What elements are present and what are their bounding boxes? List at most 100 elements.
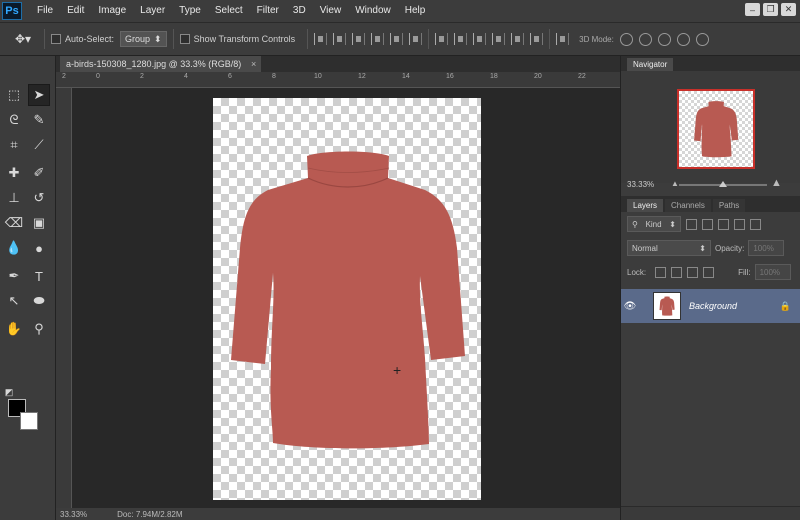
lock-label: Lock: [627, 267, 647, 277]
navigator-panel [621, 71, 800, 183]
menu-layer[interactable]: Layer [133, 0, 172, 22]
adjustment-filter-icon[interactable] [702, 218, 713, 230]
blur-tool-icon[interactable]: 💧 [3, 237, 25, 259]
auto-select-checkbox[interactable] [51, 34, 61, 44]
menu-file[interactable]: File [30, 0, 60, 22]
ellipse-tool-icon[interactable]: ⬬ [28, 290, 50, 312]
chevron-down-icon: ⬍ [699, 243, 706, 253]
type-filter-icon[interactable] [718, 218, 729, 230]
layer-row-background[interactable]: 👁 Background 🔒 [621, 289, 800, 323]
type-tool-icon[interactable]: T [28, 265, 50, 287]
distribute-left-icon[interactable] [492, 33, 506, 45]
menu-filter[interactable]: Filter [250, 0, 286, 22]
crop-tool-icon[interactable]: ⌗ [3, 134, 25, 156]
pixel-filter-icon[interactable] [686, 218, 697, 230]
canvas-area[interactable]: + [72, 88, 620, 508]
lock-all-icon[interactable] [703, 266, 715, 278]
document-canvas[interactable]: + [213, 98, 481, 500]
align-bottom-icon[interactable] [352, 33, 366, 45]
quick-selection-tool-icon[interactable]: ✎ [28, 109, 50, 131]
navigator-zoom-value[interactable]: 33.33% [627, 180, 654, 189]
hand-tool-icon[interactable]: ✋ [3, 318, 25, 340]
layer-name[interactable]: Background [689, 301, 737, 311]
path-selection-tool-icon[interactable]: ↖ [3, 290, 25, 312]
shape-filter-icon[interactable] [734, 218, 745, 230]
navigator-zoom-slider[interactable] [679, 181, 767, 187]
status-doc-size[interactable]: Doc: 7.94M/2.82M [117, 510, 182, 519]
menu-edit[interactable]: Edit [60, 0, 91, 22]
smart-object-filter-icon[interactable] [750, 218, 761, 230]
screen-mode-icon[interactable] [3, 389, 25, 411]
eyedropper-tool-icon[interactable]: ⟋ [28, 134, 50, 156]
visibility-eye-icon[interactable]: 👁 [621, 301, 639, 312]
marquee-tool-icon[interactable]: ⬚ [3, 84, 25, 106]
lock-pixels-icon[interactable] [671, 266, 683, 278]
auto-align-layers-icon[interactable] [556, 33, 570, 45]
3d-roll-icon[interactable] [638, 32, 652, 46]
3d-scale-icon[interactable] [695, 32, 709, 46]
tab-paths[interactable]: Paths [712, 199, 746, 212]
auto-select-value: Group [125, 34, 151, 44]
document-tab-title: a-birds-150308_1280.jpg @ 33.3% (RGB/8) [66, 59, 242, 69]
minimize-button[interactable]: – [745, 3, 760, 16]
align-top-icon[interactable] [314, 33, 328, 45]
menu-image[interactable]: Image [91, 0, 133, 22]
fill-value: 100% [759, 267, 781, 277]
menu-type[interactable]: Type [172, 0, 208, 22]
navigator-thumbnail[interactable] [677, 89, 755, 169]
distribute-vertical-center-icon[interactable] [454, 33, 468, 45]
move-tool-preset-icon[interactable]: ✥▾ [8, 28, 38, 50]
zoom-tool-icon[interactable]: ⚲ [28, 318, 50, 340]
align-buttons [314, 33, 423, 45]
tab-layers[interactable]: Layers [627, 199, 664, 212]
distribute-top-icon[interactable] [435, 33, 449, 45]
3d-orbit-icon[interactable] [619, 32, 633, 46]
tab-navigator[interactable]: Navigator [627, 58, 674, 71]
background-color-swatch[interactable] [20, 412, 38, 430]
distribute-horizontal-center-icon[interactable] [511, 33, 525, 45]
healing-brush-tool-icon[interactable]: ✚ [3, 162, 25, 184]
history-brush-tool-icon[interactable]: ↺ [28, 187, 50, 209]
ruler-tick: 20 [534, 73, 542, 80]
align-left-icon[interactable] [371, 33, 385, 45]
align-right-icon[interactable] [409, 33, 423, 45]
opacity-field[interactable]: 100% [748, 240, 785, 256]
menu-select[interactable]: Select [208, 0, 250, 22]
distribute-bottom-icon[interactable] [473, 33, 487, 45]
dodge-tool-icon[interactable]: ● [28, 237, 50, 259]
document-tab[interactable]: a-birds-150308_1280.jpg @ 33.3% (RGB/8) … [60, 56, 262, 72]
divider [549, 29, 551, 49]
slider-handle[interactable] [719, 181, 727, 187]
clone-stamp-tool-icon[interactable]: ⊥ [3, 187, 25, 209]
lasso-tool-icon[interactable]: ᘓ [3, 109, 25, 131]
show-transform-checkbox[interactable] [179, 34, 190, 44]
lock-position-icon[interactable] [687, 266, 699, 278]
photoshop-logo-icon: Ps [2, 2, 22, 20]
close-button[interactable]: ✕ [781, 3, 796, 16]
align-vertical-center-icon[interactable] [333, 33, 347, 45]
align-horizontal-center-icon[interactable] [390, 33, 404, 45]
menu-3d[interactable]: 3D [286, 0, 313, 22]
layers-tabs: Layers Channels Paths [621, 196, 800, 212]
move-tool-icon[interactable]: ➤ [28, 84, 50, 106]
3d-slide-icon[interactable] [676, 32, 690, 46]
zoom-out-icon[interactable]: ▲ [671, 179, 679, 188]
restore-button[interactable]: ❐ [763, 3, 778, 16]
close-icon[interactable]: × [251, 56, 256, 72]
tab-channels[interactable]: Channels [665, 199, 711, 212]
distribute-right-icon[interactable] [530, 33, 544, 45]
blend-mode-dropdown[interactable]: Normal ⬍ [627, 240, 711, 256]
3d-pan-icon[interactable] [657, 32, 671, 46]
zoom-in-icon[interactable]: ▲ [771, 177, 782, 189]
brush-tool-icon[interactable]: ✐ [28, 162, 50, 184]
filter-kind-dropdown[interactable]: ⚲ Kind ⬍ [627, 216, 681, 232]
menu-help[interactable]: Help [398, 0, 433, 22]
eraser-tool-icon[interactable]: ⌫ [3, 212, 25, 234]
pen-tool-icon[interactable]: ✒ [3, 265, 25, 287]
lock-transparency-icon[interactable] [655, 266, 667, 278]
menu-window[interactable]: Window [348, 0, 398, 22]
auto-select-dropdown[interactable]: Group ⬍ [120, 31, 167, 47]
menu-view[interactable]: View [313, 0, 349, 22]
fill-field[interactable]: 100% [754, 264, 791, 280]
gradient-tool-icon[interactable]: ▣ [28, 212, 50, 234]
